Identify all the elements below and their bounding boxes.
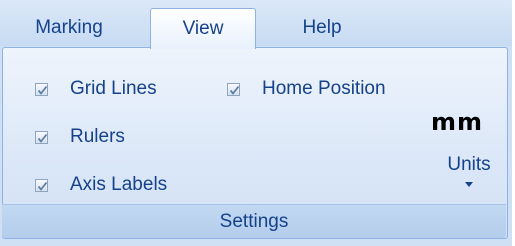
tab-help-label: Help — [302, 17, 342, 38]
rulers-label: Rulers — [70, 126, 125, 147]
tab-marking-label: Marking — [35, 17, 103, 38]
tab-view[interactable]: View — [150, 8, 256, 49]
axis-labels-checkbox[interactable]: Axis Labels — [35, 174, 167, 196]
grid-lines-check-icon[interactable] — [35, 82, 48, 96]
axis-labels-label: Axis Labels — [70, 174, 168, 195]
tab-view-label: View — [182, 18, 224, 39]
grid-lines-checkbox[interactable]: Grid Lines — [35, 78, 157, 100]
grid-lines-label: Grid Lines — [70, 78, 157, 99]
home-position-check-icon[interactable] — [227, 82, 240, 96]
axis-labels-check-icon[interactable] — [35, 178, 48, 192]
home-position-checkbox[interactable]: Home Position — [227, 78, 386, 100]
settings-group-title: Settings — [219, 210, 289, 232]
tab-help[interactable]: Help — [274, 10, 370, 46]
units-label: Units — [447, 154, 491, 175]
tab-bar: Marking View Help — [0, 0, 512, 49]
settings-group-label: Settings — [2, 204, 506, 238]
rulers-check-icon[interactable] — [35, 130, 48, 144]
ribbon: Marking View Help Grid Lines Home Positi… — [0, 0, 512, 246]
rulers-checkbox[interactable]: Rulers — [35, 126, 125, 148]
units-value: mm — [431, 108, 484, 136]
home-position-label: Home Position — [262, 78, 386, 99]
dropdown-arrow-icon — [465, 182, 473, 187]
tab-marking[interactable]: Marking — [14, 10, 124, 46]
